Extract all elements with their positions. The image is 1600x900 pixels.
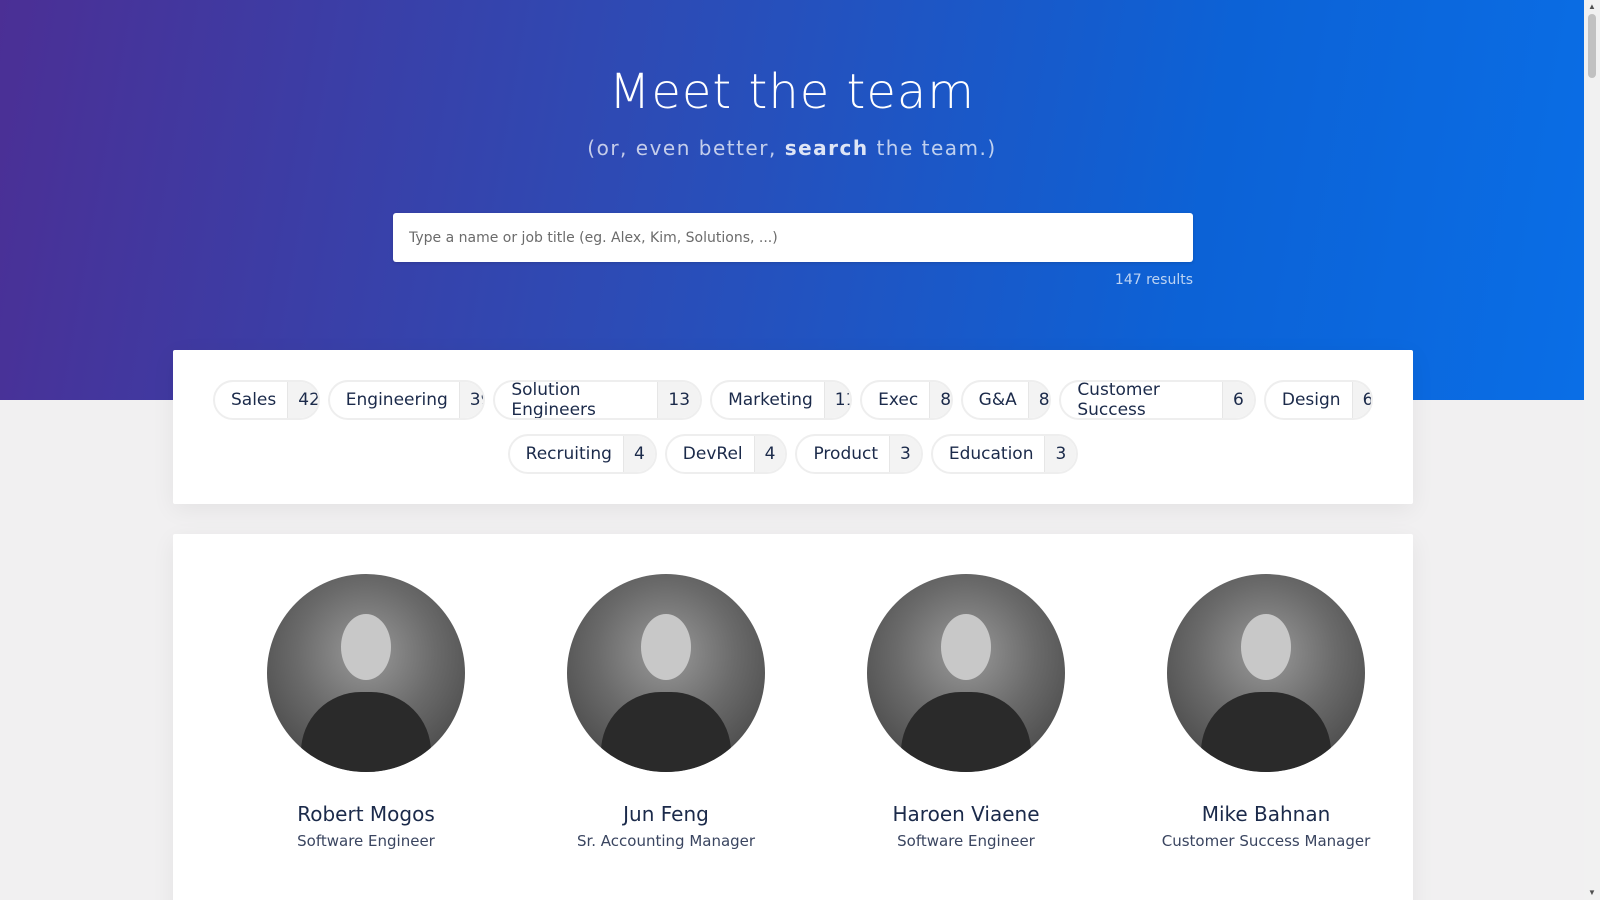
member-title: Software Engineer <box>897 832 1035 850</box>
member-title: Customer Success Manager <box>1161 832 1371 850</box>
team-member-card[interactable]: Jun Feng Sr. Accounting Manager <box>516 574 816 850</box>
filter-chip-education[interactable]: Education 3 <box>930 434 1079 474</box>
team-member-card[interactable]: Robert Mogos Software Engineer <box>216 574 516 850</box>
filter-row-2: Recruiting 4 DevRel 4 Product 3 Education 3 <box>213 434 1373 474</box>
filter-chip-solution-engineers[interactable]: Solution Engineers 13 <box>493 380 703 420</box>
filter-chip-marketing[interactable]: Marketing 11 <box>710 380 853 420</box>
filter-row-1: Sales 42 Engineering 39 Solution Engineers… <box>213 380 1373 420</box>
avatar-photo <box>267 574 465 772</box>
chip-label: Engineering <box>345 390 448 410</box>
subtitle-emphasis: search <box>784 136 869 160</box>
chip-label: Exec <box>878 390 919 410</box>
member-name: Haroen Viaene <box>892 802 1040 826</box>
member-name: Jun Feng <box>623 802 709 826</box>
department-filters: Sales 42 Engineering 39 Solution Engineers… <box>173 350 1413 504</box>
chip-count: 8 <box>929 382 951 418</box>
member-title: Sr. Accounting Manager <box>576 832 756 850</box>
subtitle-prefix: (or, even better, <box>587 136 785 160</box>
chip-label: Solution Engineers <box>511 380 596 420</box>
avatar-photo <box>1167 574 1365 772</box>
chip-count: 4 <box>753 436 786 472</box>
filter-chip-design[interactable]: Design 6 <box>1263 380 1373 420</box>
chip-count: 4 <box>622 436 655 472</box>
chip-label: Sales <box>231 390 277 410</box>
chip-label: Recruiting <box>525 444 612 464</box>
results-count: 147 results <box>1114 272 1193 288</box>
chip-label: G&A <box>978 390 1017 410</box>
team-member-card[interactable]: Mike Bahnan Customer Success Manager <box>1116 574 1416 850</box>
scroll-up-icon[interactable]: ▲ <box>1584 0 1600 14</box>
chip-label: Education <box>948 444 1034 464</box>
page-subtitle: (or, even better, search the team.) <box>0 136 1584 160</box>
team-member-card[interactable]: Haroen Viaene Software Engineer <box>816 574 1116 850</box>
page-title: Meet the team <box>608 64 976 120</box>
filter-chip-devrel[interactable]: DevRel 4 <box>664 434 788 474</box>
avatar-photo <box>867 574 1065 772</box>
hero-banner: Meet the team (or, even better, search t… <box>0 0 1584 400</box>
scroll-down-icon[interactable]: ▼ <box>1584 886 1600 900</box>
filter-chip-customer-success[interactable]: Customer Success 6 <box>1059 380 1256 420</box>
member-title: Software Engineer <box>297 832 435 850</box>
filter-chip-sales[interactable]: Sales 42 <box>213 380 320 420</box>
chip-count: 42 <box>287 382 318 418</box>
chip-count: 11 <box>823 382 851 418</box>
chip-label: Marketing <box>728 390 813 410</box>
team-search-input[interactable] <box>393 213 1193 262</box>
chip-count: 6 <box>1222 382 1254 418</box>
member-name: Robert Mogos <box>297 802 435 826</box>
chip-label: Product <box>813 444 879 464</box>
chip-count: 3 <box>1044 436 1077 472</box>
scroll-thumb[interactable] <box>1588 14 1596 78</box>
team-grid: Robert Mogos Software Engineer Jun Feng … <box>173 534 1413 900</box>
chip-label: Design <box>1281 390 1341 410</box>
chip-count: 6 <box>1351 382 1371 418</box>
filter-chip-recruiting[interactable]: Recruiting 4 <box>507 434 657 474</box>
chip-label: Customer Success <box>1077 380 1160 420</box>
chip-label: DevRel <box>682 444 743 464</box>
member-name: Mike Bahnan <box>1201 802 1331 826</box>
filter-chip-product[interactable]: Product 3 <box>795 434 923 474</box>
chip-count: 13 <box>657 382 701 418</box>
chip-count: 3 <box>889 436 921 472</box>
page-scrollbar[interactable]: ▲ ▼ <box>1584 0 1600 900</box>
filter-chip-engineering[interactable]: Engineering 39 <box>327 380 486 420</box>
avatar-photo <box>567 574 765 772</box>
chip-count: 39 <box>458 382 484 418</box>
filter-chip-g-and-a[interactable]: G&A 8 <box>960 380 1052 420</box>
subtitle-suffix: the team.) <box>868 136 997 160</box>
chip-count: 8 <box>1027 382 1050 418</box>
filter-chip-exec[interactable]: Exec 8 <box>860 380 953 420</box>
